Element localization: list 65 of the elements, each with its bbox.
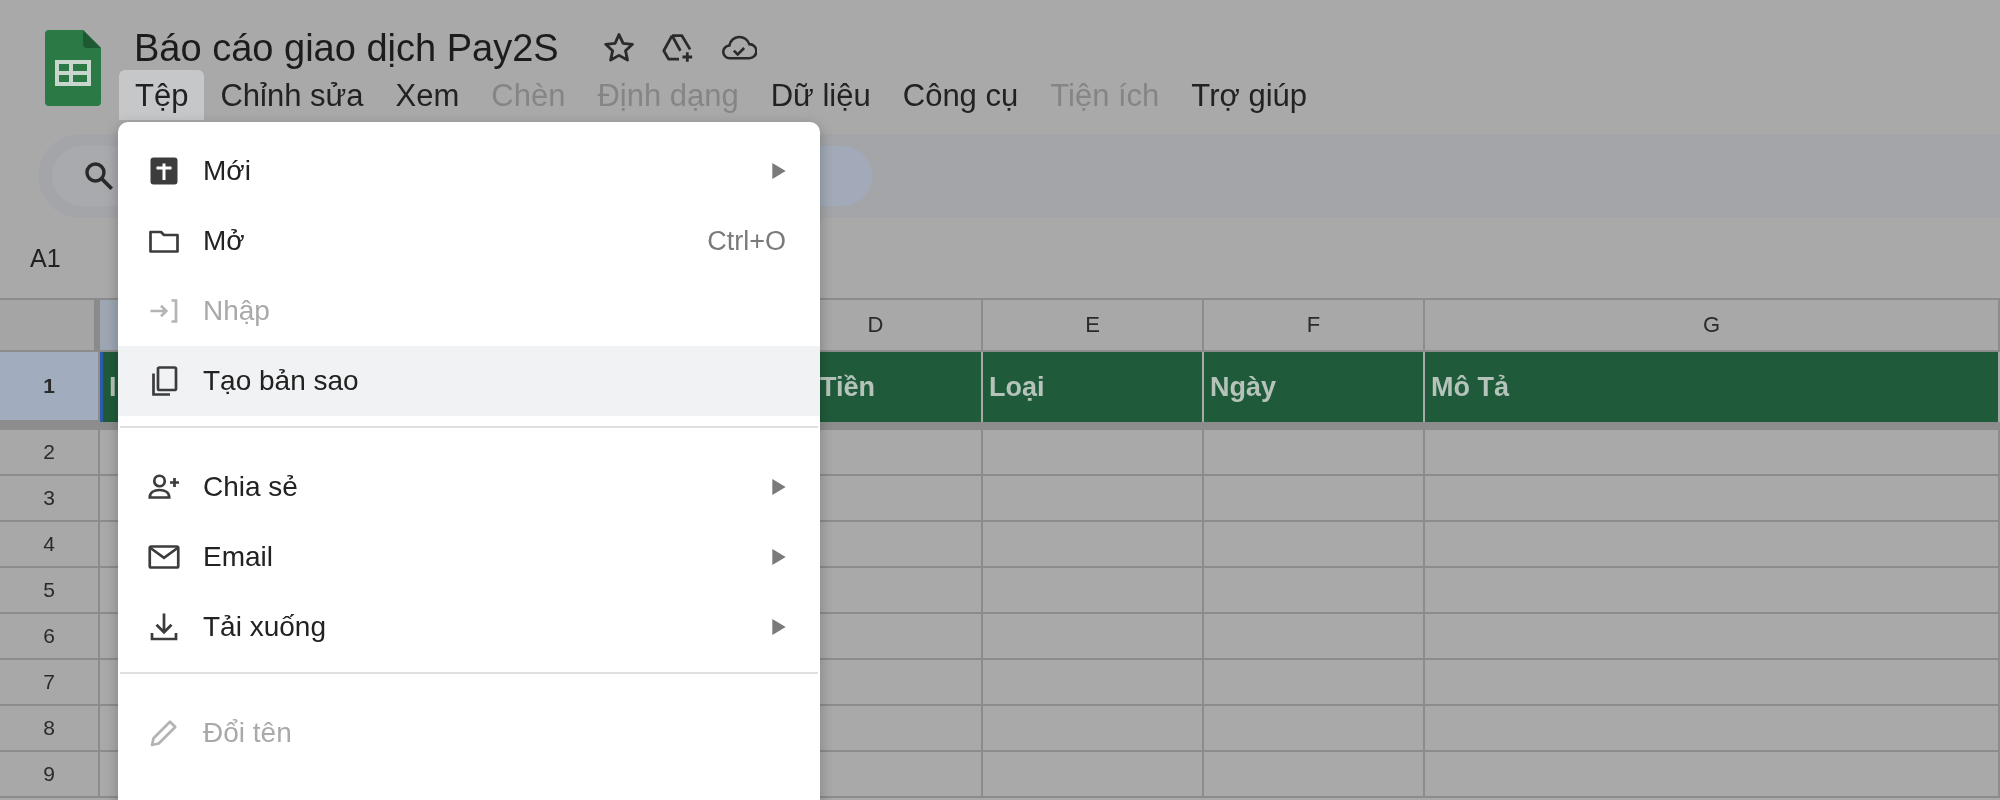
- row-header[interactable]: 3: [0, 476, 100, 522]
- menu-bar-item[interactable]: Dữ liệu: [754, 70, 887, 120]
- row-header[interactable]: 8: [0, 706, 100, 752]
- menu-bar-item[interactable]: Tệp: [119, 70, 205, 120]
- grid-cell[interactable]: [983, 752, 1204, 798]
- grid-cell[interactable]: [1425, 660, 2000, 706]
- grid-cell[interactable]: [1204, 476, 1425, 522]
- row-header[interactable]: 5: [0, 568, 100, 614]
- grid-cell[interactable]: [983, 614, 1204, 660]
- menu-item-label: Tải xuống: [203, 611, 327, 643]
- grid-cell[interactable]: [1425, 614, 2000, 660]
- menu-item[interactable]: Mở Ctrl+O: [118, 206, 820, 276]
- grid-cell[interactable]: [1425, 568, 2000, 614]
- grid-cell[interactable]: [1204, 752, 1425, 798]
- grid-cell[interactable]: [1425, 706, 2000, 752]
- menu-item[interactable]: Email: [118, 522, 820, 592]
- row-header[interactable]: 9: [0, 752, 100, 798]
- row-header[interactable]: 6: [0, 614, 100, 660]
- header-cell[interactable]: Ngày: [1204, 352, 1425, 422]
- menu-item-label: Đổi tên: [203, 717, 293, 749]
- grid-cell[interactable]: [1204, 430, 1425, 476]
- menu-item-label: Tạo bản sao: [203, 365, 360, 397]
- menu-item-label: Nhập: [203, 295, 271, 327]
- grid-cell[interactable]: [983, 568, 1204, 614]
- sheets-logo-icon[interactable]: [45, 30, 101, 106]
- menu-bar-item[interactable]: Chỉnh sửa: [204, 70, 380, 120]
- grid-cell[interactable]: [1204, 568, 1425, 614]
- menu-item[interactable]: Tạo bản sao: [118, 346, 820, 416]
- column-header[interactable]: F: [1204, 300, 1425, 352]
- grid-cell[interactable]: [983, 660, 1204, 706]
- row-header[interactable]: 7: [0, 660, 100, 706]
- select-all-corner[interactable]: [0, 300, 100, 352]
- grid-cell[interactable]: [1204, 660, 1425, 706]
- grid-cell[interactable]: [1425, 430, 2000, 476]
- column-header[interactable]: G: [1425, 300, 2000, 352]
- grid-cell[interactable]: [1425, 476, 2000, 522]
- menu-bar-item[interactable]: Trợ giúp: [1175, 70, 1323, 120]
- grid-cell[interactable]: [1204, 706, 1425, 752]
- header-cell[interactable]: Loại: [983, 352, 1204, 422]
- menu-item[interactable]: Chia sẻ: [118, 452, 820, 522]
- grid-cell[interactable]: [1425, 752, 2000, 798]
- menu-bar-item[interactable]: Công cụ: [886, 70, 1035, 120]
- menu-item-label: Mở: [203, 225, 246, 257]
- grid-cell[interactable]: [1204, 614, 1425, 660]
- grid-cell[interactable]: [1425, 522, 2000, 568]
- header-cell[interactable]: Mô Tả: [1425, 352, 2000, 422]
- row-header[interactable]: 4: [0, 522, 100, 568]
- search-icon[interactable]: [82, 159, 116, 193]
- shortcut-label: Ctrl+O: [707, 225, 786, 257]
- grid-cell[interactable]: [983, 476, 1204, 522]
- column-header[interactable]: E: [983, 300, 1204, 352]
- grid-cell[interactable]: [983, 706, 1204, 752]
- name-box[interactable]: A1: [30, 243, 61, 273]
- grid-cell[interactable]: [983, 522, 1204, 568]
- document-title[interactable]: Báo cáo giao dịch Pay2S: [134, 26, 559, 70]
- menu-item-label: Email: [203, 541, 274, 573]
- grid-cell[interactable]: [983, 430, 1204, 476]
- menu-item-label: Chia sẻ: [203, 471, 299, 503]
- menu-item-label: Mới: [203, 155, 252, 187]
- menu-item[interactable]: Tải xuống: [118, 592, 820, 662]
- row-header[interactable]: 1: [0, 352, 100, 422]
- menu-item[interactable]: Mới: [118, 136, 820, 206]
- menu-bar-item[interactable]: Xem: [379, 70, 476, 120]
- grid-cell[interactable]: [1204, 522, 1425, 568]
- row-header[interactable]: 2: [0, 430, 100, 476]
